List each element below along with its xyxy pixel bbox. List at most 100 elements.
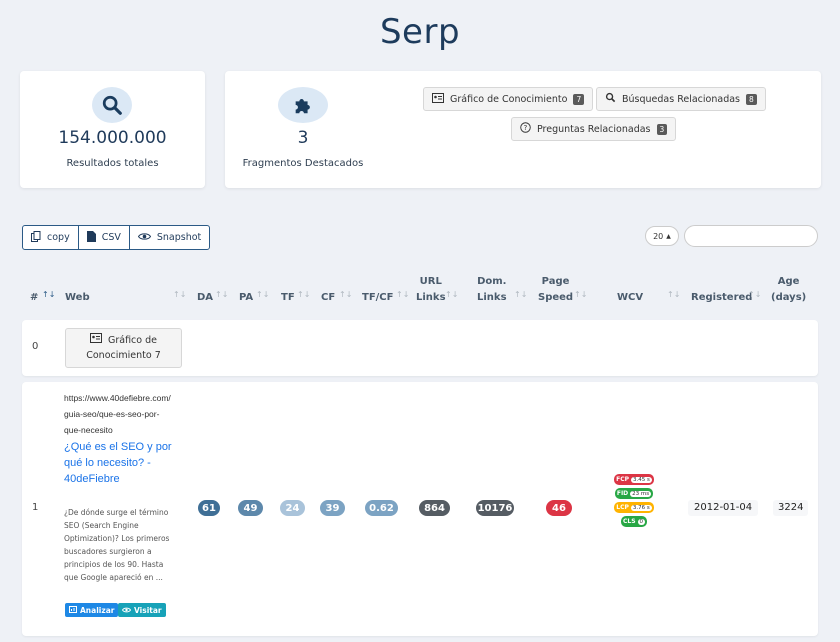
eye-icon (137, 232, 151, 244)
col-registered[interactable]: Registered (691, 290, 752, 306)
snapshot-label: Snapshot (156, 232, 202, 243)
fcp-tag: FCP 3.45 s (614, 474, 654, 485)
copy-label: copy (47, 232, 70, 243)
puzzle-icon (278, 87, 328, 123)
result-title-line2: qué lo necesito? - (64, 457, 151, 469)
col-wcv[interactable]: WCV (617, 290, 643, 306)
result-desc-line: que Google apareció en ... (64, 573, 163, 582)
page-size-value: 20 (653, 231, 664, 241)
sort-icon[interactable]: ↑↓ (748, 290, 761, 299)
registered-date: 2012-01-04 (688, 500, 759, 516)
knowledge-graph-row-button[interactable]: Gráfico de Conocimiento 7 (65, 328, 182, 368)
sort-icon[interactable]: ↑↓ (574, 290, 587, 299)
table-row: 1 https://www.40defiebre.com/ guia-seo/q… (22, 382, 818, 636)
copy-icon (31, 230, 41, 245)
result-title-line1: ¿Qué es el SEO y por (64, 441, 172, 453)
col-web[interactable]: Web (65, 290, 90, 306)
result-url-line3: que-necesito (64, 425, 113, 435)
pa-badge: 49 (238, 500, 263, 516)
col-dom-links-line1: Dom. (477, 276, 507, 287)
result-title[interactable]: ¿Qué es el SEO y por qué lo necesito? - … (64, 439, 172, 487)
sort-icon[interactable]: ↑↓ (215, 290, 228, 299)
col-page-speed-line2: Speed (538, 292, 574, 303)
row-number: 1 (32, 502, 39, 513)
url-links-badge: 864 (419, 500, 450, 516)
related-searches-button[interactable]: Búsquedas Relacionadas 8 (596, 87, 766, 111)
row-number: 0 (32, 341, 39, 352)
total-results-number: 154.000.000 (58, 128, 167, 148)
col-age[interactable]: Age (days) (771, 274, 806, 306)
sort-icon[interactable]: ↑↓ (297, 290, 310, 299)
total-results-label: Resultados totales (66, 158, 159, 169)
col-tf[interactable]: TF (281, 290, 295, 306)
chart-icon (69, 605, 77, 615)
analyze-button[interactable]: Analizar (65, 603, 119, 617)
sort-arrows-icon: ▲ (666, 232, 671, 240)
table-row: 0 Gráfico de Conocimiento 7 (22, 320, 818, 376)
tf-badge: 24 (280, 500, 305, 516)
result-url-line1: https://www.40defiebre.com/ (64, 393, 171, 403)
search-icon (92, 87, 132, 123)
features-card: 3 Fragmentos Destacados Gráfico de Conoc… (225, 71, 821, 188)
fid-tag: FID 23 ms (614, 488, 654, 499)
result-desc-line: buscadores surgieron a (64, 547, 152, 556)
sort-icon[interactable]: ↑↓ (339, 290, 352, 299)
cls-label: CLS (622, 518, 636, 525)
knowledge-graph-row-line2: Conocimiento 7 (86, 350, 161, 361)
fid-label: FID (616, 490, 629, 497)
col-age-line2: (days) (771, 292, 807, 303)
cls-value: 0 (637, 518, 646, 525)
col-pa[interactable]: PA (239, 290, 253, 306)
csv-label: CSV (101, 232, 121, 243)
table-search-input[interactable] (684, 225, 818, 247)
snapshot-button[interactable]: Snapshot (130, 226, 209, 249)
col-url-links[interactable]: URL Links (416, 274, 446, 306)
fcp-label: FCP (616, 476, 630, 483)
col-num[interactable]: # (30, 290, 38, 306)
fcp-value: 3.45 s (631, 476, 652, 483)
sort-icon[interactable]: ↑↓ (667, 290, 680, 299)
dom-links-badge: 10176 (476, 500, 514, 516)
knowledge-graph-button[interactable]: Gráfico de Conocimiento 7 (423, 87, 594, 111)
result-desc-line: Optimization)? Los primeros (64, 534, 170, 543)
page-speed-badge: 46 (546, 500, 572, 516)
cf-badge: 39 (320, 500, 345, 516)
analyze-label: Analizar (80, 605, 115, 615)
lcp-label: LCP (616, 504, 629, 511)
result-desc-line: SEO (Search Engine (64, 521, 139, 530)
page-size-select[interactable]: 20 ▲ (645, 226, 679, 246)
col-dom-links[interactable]: Dom. Links (477, 274, 507, 306)
copy-button[interactable]: copy (23, 226, 79, 249)
sort-icon[interactable]: ↑↓ (514, 290, 527, 299)
related-questions-label: Preguntas Relacionadas (537, 123, 651, 135)
page-title: Serp (379, 12, 461, 52)
sort-icon[interactable]: ↑↓ (173, 290, 186, 299)
col-tfcf[interactable]: TF/CF (362, 290, 393, 306)
question-icon: ? (520, 122, 531, 136)
csv-button[interactable]: CSV (79, 226, 130, 249)
result-url[interactable]: https://www.40defiebre.com/ guia-seo/que… (64, 390, 171, 438)
lcp-tag: LCP 3.76 s (614, 502, 654, 513)
knowledge-graph-label: Gráfico de Conocimiento (450, 93, 568, 105)
col-da[interactable]: DA (197, 290, 213, 306)
total-results-card: 154.000.000 Resultados totales (20, 71, 205, 188)
col-page-speed[interactable]: Page Speed (538, 274, 573, 306)
visit-button[interactable]: Visitar (118, 603, 166, 617)
result-url-line2: guia-seo/que-es-seo-por- (64, 409, 160, 419)
related-questions-button[interactable]: ? Preguntas Relacionadas 3 (511, 117, 677, 141)
result-desc-line: principios de los 90. Hasta (64, 560, 164, 569)
col-cf[interactable]: CF (321, 290, 335, 306)
wcv-metrics: FCP 3.45 s FID 23 ms LCP 3.76 s CLS 0 (608, 474, 660, 527)
sort-icon[interactable]: ↑↓ (396, 290, 409, 299)
file-icon (86, 230, 96, 245)
result-desc-line: ¿De dónde surge el término (64, 508, 169, 517)
export-toolbar: copy CSV Snapshot (22, 225, 211, 250)
sort-asc-icon[interactable]: ↑↓ (42, 290, 55, 299)
featured-snippets-number: 3 (297, 128, 309, 148)
sort-icon[interactable]: ↑↓ (256, 290, 269, 299)
related-searches-label: Búsquedas Relacionadas (622, 93, 741, 105)
related-searches-count: 8 (746, 93, 757, 105)
result-description: ¿De dónde surge el término SEO (Search E… (64, 506, 169, 584)
col-url-links-line1: URL (419, 276, 442, 287)
sort-icon[interactable]: ↑↓ (445, 290, 458, 299)
